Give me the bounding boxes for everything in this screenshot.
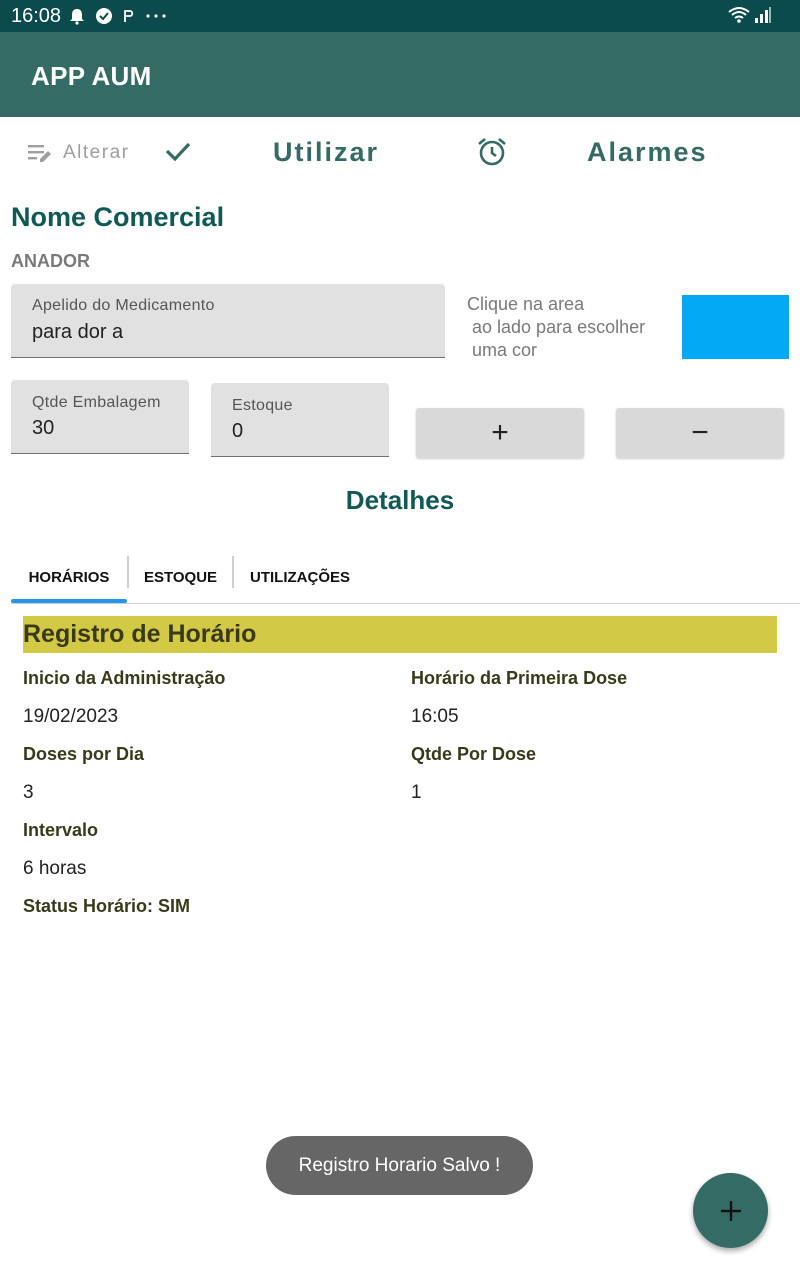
- alarmes-label: Alarmes: [587, 137, 708, 167]
- intervalo-value: 6 horas: [23, 858, 87, 879]
- tab-utilizacoes[interactable]: UTILIZAÇÕES: [234, 552, 366, 602]
- app-title: APP AUM: [31, 61, 152, 91]
- qtde-dose-label: Qtde Por Dose: [411, 744, 537, 764]
- check-icon: [165, 142, 191, 162]
- status-time: 16:08: [11, 5, 62, 27]
- active-tab-indicator: [11, 599, 127, 603]
- apelido-value: para dor a: [32, 321, 124, 343]
- decrement-stock-button[interactable]: −: [616, 408, 784, 458]
- add-fab-button[interactable]: [693, 1173, 768, 1248]
- inicio-value: 19/02/2023: [23, 706, 119, 727]
- qtde-value: 30: [32, 417, 55, 439]
- doses-dia-value: 3: [23, 782, 34, 803]
- qtde-embalagem-field[interactable]: Qtde Embalagem 30: [11, 380, 189, 454]
- edit-list-icon: [28, 145, 51, 162]
- doses-dia-label: Doses por Dia: [23, 744, 145, 764]
- alarm-clock-icon: [478, 138, 506, 166]
- details-tabs: HORÁRIOS ESTOQUE UTILIZAÇÕES: [11, 552, 800, 604]
- status-right-icons: [728, 6, 772, 24]
- apelido-field[interactable]: Apelido do Medicamento para dor a: [11, 284, 445, 358]
- color-hint: Clique na area ao lado para escolher uma…: [467, 294, 646, 360]
- estoque-field[interactable]: Estoque 0: [211, 383, 389, 457]
- alarm-button[interactable]: [476, 136, 508, 168]
- intervalo-label: Intervalo: [23, 820, 99, 840]
- tab-horarios[interactable]: HORÁRIOS: [11, 552, 127, 602]
- qtde-label: Qtde Embalagem: [32, 394, 161, 411]
- wifi-icon: [728, 7, 750, 23]
- increment-stock-button[interactable]: +: [416, 408, 584, 458]
- check-circle-icon: [96, 8, 112, 24]
- status-icons: [68, 7, 167, 25]
- color-swatch[interactable]: [682, 295, 789, 359]
- toast-message: Registro Horario Salvo !: [266, 1136, 533, 1195]
- estoque-label: Estoque: [232, 397, 293, 414]
- section-title: Nome Comercial: [11, 202, 225, 232]
- alarmes-button[interactable]: Alarmes: [587, 137, 708, 168]
- primeira-dose-value: 16:05: [411, 706, 459, 727]
- primeira-dose-label: Horário da Primeira Dose: [411, 668, 628, 688]
- action-toolbar: Alterar Utilizar Alarmes: [0, 117, 800, 189]
- status-horario: Status Horário: SIM: [23, 896, 191, 916]
- tab-estoque[interactable]: ESTOQUE: [128, 552, 233, 602]
- confirm-button[interactable]: [164, 137, 192, 165]
- plus-icon: [720, 1200, 741, 1221]
- details-title: Detalhes: [345, 485, 455, 515]
- estoque-value: 0: [232, 420, 244, 442]
- qtde-dose-value: 1: [411, 782, 422, 803]
- utilizar-label: Utilizar: [273, 137, 380, 167]
- app-bar: APP AUM: [0, 32, 800, 117]
- utilizar-button[interactable]: Utilizar: [273, 137, 379, 168]
- alarm-icon: [70, 9, 84, 25]
- status-bar: 16:08: [0, 0, 800, 32]
- medication-name: ANADOR: [11, 251, 90, 271]
- more-dots-icon: [146, 14, 166, 18]
- alterar-label: Alterar: [63, 142, 130, 163]
- alterar-button[interactable]: Alterar: [27, 142, 129, 164]
- registro-title: Registro de Horário: [23, 616, 777, 653]
- p-icon: [124, 10, 134, 22]
- inicio-label: Inicio da Administração: [23, 668, 226, 688]
- signal-icon: [755, 7, 771, 23]
- apelido-label: Apelido do Medicamento: [32, 297, 215, 314]
